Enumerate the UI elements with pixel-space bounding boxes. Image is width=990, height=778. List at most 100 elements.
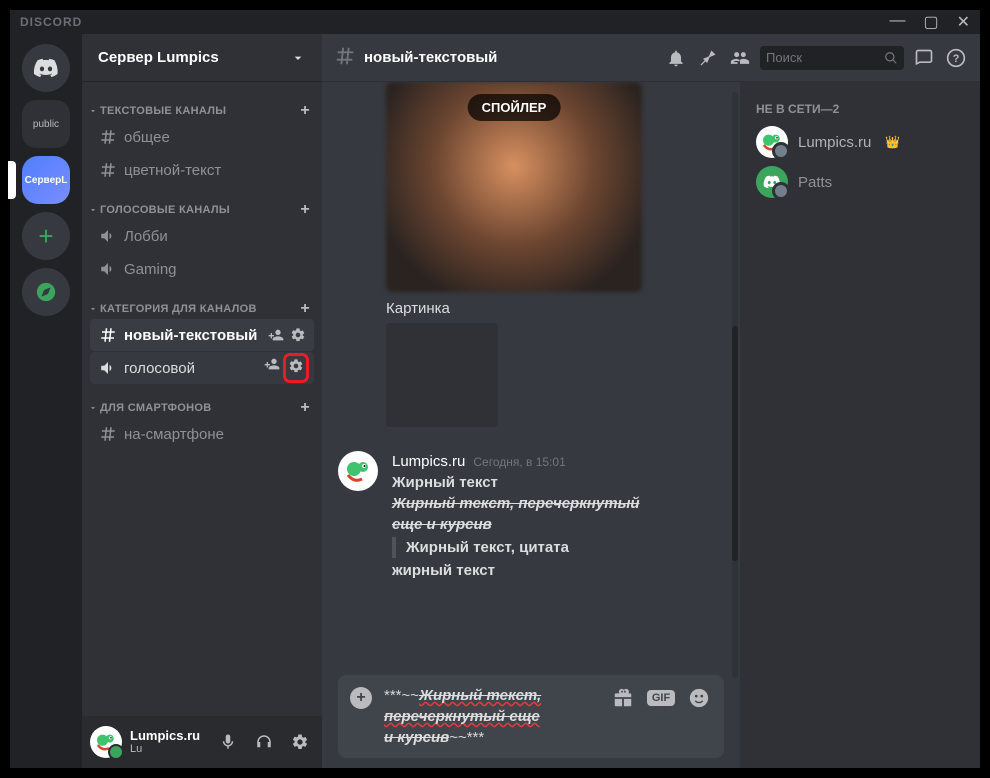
channel-name: новый-текстовый <box>124 327 262 344</box>
pins-button[interactable] <box>696 46 720 70</box>
help-button[interactable]: ? <box>944 46 968 70</box>
gif-button[interactable]: GIF <box>648 685 674 711</box>
app-brand: DISCORD <box>20 15 82 29</box>
attach-button[interactable]: + <box>350 687 372 709</box>
spoiler-attachment[interactable]: СПОЙЛЕР <box>386 82 642 292</box>
gift-button[interactable] <box>610 685 636 711</box>
members-toggle-button[interactable] <box>728 46 752 70</box>
user-settings-button[interactable] <box>286 728 314 756</box>
channel-text-colored[interactable]: цветной-текст <box>90 154 314 186</box>
category-text[interactable]: ТЕКСТОВЫЕ КАНАЛЫ + <box>82 88 322 120</box>
member-avatar <box>756 166 788 198</box>
channel-text-general[interactable]: общее <box>90 121 314 153</box>
category-label: КАТЕГОРИЯ ДЛЯ КАНАЛОВ <box>100 303 257 315</box>
channel-voice-gaming[interactable]: Gaming <box>90 253 314 285</box>
channel-name: цветной-текст <box>124 162 306 179</box>
channel-voice-custom[interactable]: голосовой <box>90 352 314 384</box>
gear-icon <box>291 733 309 751</box>
search-input[interactable]: Поиск <box>760 46 904 70</box>
window-close-icon[interactable]: ✕ <box>957 12 970 32</box>
user-avatar[interactable] <box>90 726 122 758</box>
channel-name: на-смартфоне <box>124 426 306 443</box>
scrollbar[interactable] <box>732 92 738 678</box>
category-label: ДЛЯ СМАРТФОНОВ <box>100 402 212 414</box>
attachment-placeholder[interactable] <box>386 323 498 427</box>
yoshi-icon <box>93 729 119 755</box>
category-voice[interactable]: ГОЛОСОВЫЕ КАНАЛЫ + <box>82 187 322 219</box>
window-maximize-icon[interactable]: ▢ <box>923 12 938 32</box>
notifications-button[interactable] <box>664 46 688 70</box>
hash-icon <box>98 160 118 180</box>
gift-icon <box>612 687 634 709</box>
discord-logo-icon <box>763 175 781 189</box>
invite-icon[interactable] <box>264 356 280 372</box>
help-icon: ? <box>946 48 966 68</box>
server-item-selected[interactable]: СерверL <box>22 156 70 204</box>
deafen-button[interactable] <box>250 728 278 756</box>
member-item[interactable]: Lumpics.ru 👑 <box>748 122 972 162</box>
input-text[interactable]: ***~~Жирный текст,перечеркнутый ещеи кур… <box>384 685 598 748</box>
member-item[interactable]: Patts <box>748 162 972 202</box>
channel-voice-lobby[interactable]: Лобби <box>90 220 314 252</box>
message-timestamp: Сегодня, в 15:01 <box>473 454 565 471</box>
compass-icon <box>35 281 57 303</box>
invite-icon[interactable] <box>268 327 284 343</box>
add-channel-button[interactable]: + <box>300 300 310 318</box>
hash-icon <box>98 424 118 444</box>
add-server-button[interactable]: + <box>22 212 70 260</box>
add-channel-button[interactable]: + <box>300 102 310 120</box>
headphones-icon <box>255 733 273 751</box>
channel-name: Gaming <box>124 261 306 278</box>
server-header[interactable]: Сервер Lumpics <box>82 34 322 82</box>
message-avatar[interactable] <box>338 451 378 491</box>
channel-name: голосовой <box>124 360 258 377</box>
channel-title: новый-текстовый <box>364 49 497 66</box>
category-phones[interactable]: ДЛЯ СМАРТФОНОВ + <box>82 385 322 417</box>
member-name: Patts <box>798 174 832 191</box>
gear-highlight <box>286 356 306 380</box>
yoshi-icon <box>759 129 785 155</box>
home-button[interactable] <box>22 44 70 92</box>
inbox-icon <box>914 48 934 68</box>
titlebar: DISCORD — ▢ ✕ <box>10 10 980 34</box>
gear-icon[interactable] <box>288 358 304 374</box>
category-custom[interactable]: КАТЕГОРИЯ ДЛЯ КАНАЛОВ + <box>82 286 322 318</box>
people-icon <box>730 48 750 68</box>
inbox-button[interactable] <box>912 46 936 70</box>
channel-text-phone[interactable]: на-смартфоне <box>90 418 314 450</box>
message-author[interactable]: Lumpics.ru <box>392 451 465 472</box>
server-list: public СерверL + <box>10 34 82 768</box>
server-name: Сервер Lumpics <box>98 49 219 66</box>
server-label: СерверL <box>25 175 68 186</box>
chat-header: новый-текстовый Поиск ? <box>322 34 980 82</box>
member-avatar <box>756 126 788 158</box>
chevron-down-icon <box>88 205 98 215</box>
gear-icon[interactable] <box>290 327 306 343</box>
hash-icon <box>98 127 118 147</box>
speaker-icon <box>98 259 118 279</box>
mute-button[interactable] <box>214 728 242 756</box>
message-line: жирный текст <box>392 560 724 581</box>
window-minimize-icon[interactable]: — <box>889 12 905 32</box>
explore-button[interactable] <box>22 268 70 316</box>
yoshi-icon <box>342 455 374 487</box>
server-folder[interactable]: public <box>22 100 70 148</box>
chevron-down-icon <box>88 403 98 413</box>
add-channel-button[interactable]: + <box>300 399 310 417</box>
member-name: Lumpics.ru <box>798 134 871 151</box>
attachment-caption: Картинка <box>386 300 724 317</box>
crown-icon: 👑 <box>885 135 900 149</box>
svg-text:?: ? <box>953 53 960 65</box>
add-channel-button[interactable]: + <box>300 201 310 219</box>
speaker-icon <box>98 358 118 378</box>
channel-text-new[interactable]: новый-текстовый <box>90 319 314 351</box>
emoji-button[interactable] <box>686 685 712 711</box>
channel-name: общее <box>124 129 306 146</box>
search-placeholder: Поиск <box>766 50 878 65</box>
category-label: ГОЛОСОВЫЕ КАНАЛЫ <box>100 204 230 216</box>
channel-sidebar: Сервер Lumpics ТЕКСТОВЫЕ КАНАЛЫ + общее <box>82 34 322 768</box>
message-input[interactable]: + ***~~Жирный текст,перечеркнутый ещеи к… <box>338 675 724 758</box>
channel-name: Лобби <box>124 228 306 245</box>
user-status: Lu <box>130 743 206 755</box>
user-name: Lumpics.ru <box>130 729 206 743</box>
